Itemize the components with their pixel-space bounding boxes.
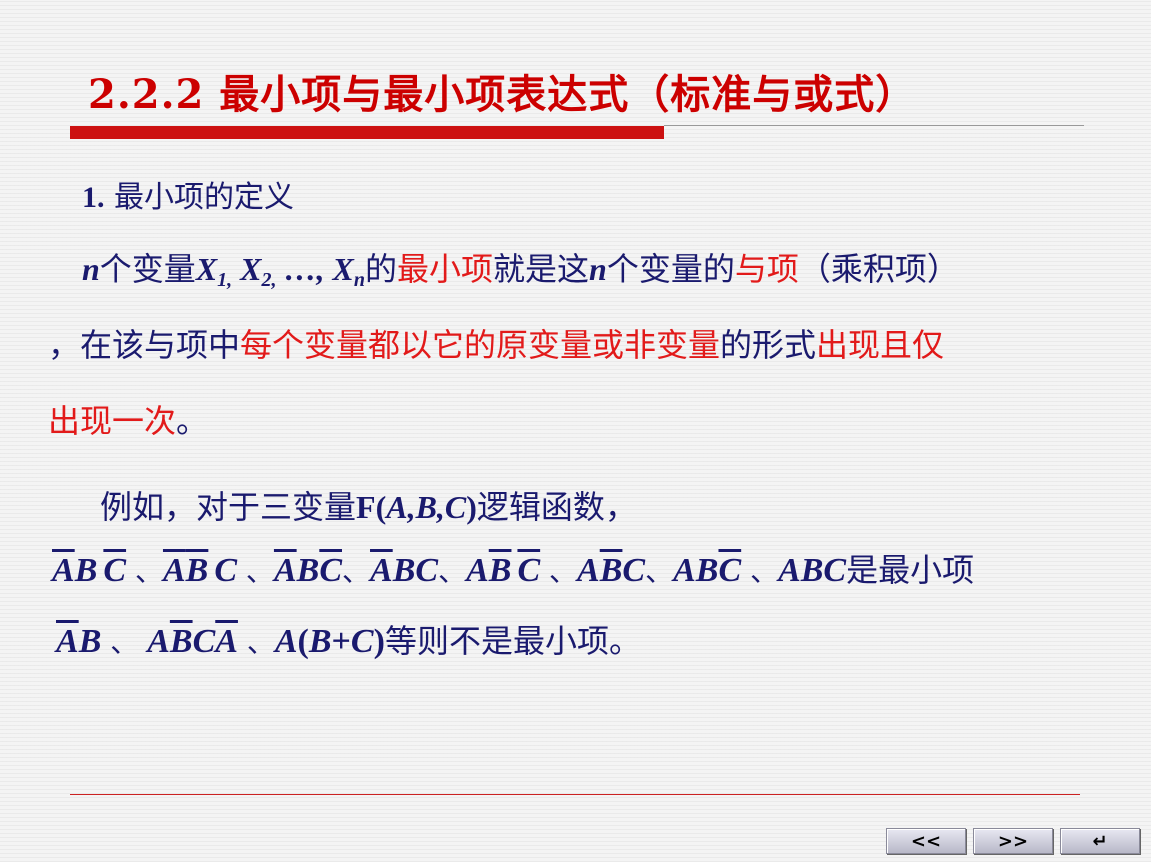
slide-title: 2.2.2 最小项与最小项表达式（标准与或式） — [88, 71, 917, 118]
definition-line-2: ，在该与项中每个变量都以它的原变量或非变量的形式出现且仅 — [48, 326, 945, 364]
prev-slide-button[interactable]: << — [886, 828, 966, 854]
footer-line — [70, 794, 1080, 795]
minterm-examples: AB C 、AB C 、ABC、ABC、AB C 、ABC、ABC 、ABC是最小项 — [52, 551, 975, 589]
example-line: 例如，对于三变量F(A,B,C)逻辑函数， — [100, 488, 637, 526]
next-slide-button[interactable]: >> — [973, 828, 1053, 854]
definition-line-3: 出现一次。 — [48, 402, 209, 440]
definition-line-1: n个变量X1, X2, …, Xn的最小项就是这n个变量的与项（乘积项） — [82, 250, 959, 291]
non-minterm-examples: AB 、 ABCA 、A(B+C)等则不是最小项。 — [56, 622, 641, 660]
return-button[interactable]: ↵ — [1060, 828, 1140, 854]
title-underline-thin — [664, 125, 1084, 126]
title-underline-bar — [70, 126, 664, 139]
section-heading: 1. 最小项的定义 — [82, 180, 295, 215]
